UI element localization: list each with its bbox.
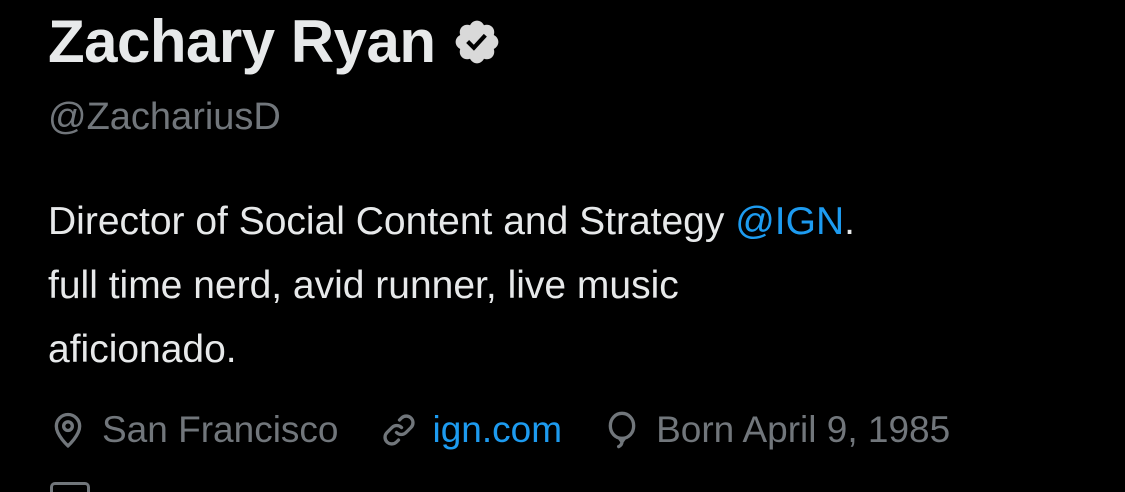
profile-bio: Director of Social Content and Strategy … (48, 190, 1088, 382)
bio-text: . (844, 200, 855, 243)
bio-line-3: aficionado. (48, 328, 237, 371)
bio-line-1: Director of Social Content and Strategy … (48, 190, 1088, 254)
bio-text: Director of Social Content and Strategy (48, 200, 736, 243)
birthday-text: Born April 9, 1985 (656, 409, 951, 450)
location-text: San Francisco (102, 409, 339, 450)
link-icon (382, 414, 415, 446)
profile-meta: San Francisco ign.com Born April 9, 1985 (48, 400, 990, 460)
display-name: Zachary Ryan (48, 8, 436, 75)
calendar-icon (50, 482, 90, 492)
birthday-item: Born April 9, 1985 (602, 409, 950, 451)
name-row: Zachary Ryan (48, 6, 502, 78)
username-handle: @ZachariusD (48, 96, 281, 138)
balloon-icon (608, 411, 636, 449)
verified-badge-icon[interactable] (452, 17, 502, 67)
bio-line-2: full time nerd, avid runner, live music (48, 264, 679, 307)
website-item[interactable]: ign.com (379, 409, 563, 451)
website-link[interactable]: ign.com (433, 409, 563, 451)
location-item: San Francisco (48, 409, 339, 451)
bio-mention-link[interactable]: @IGN (735, 200, 844, 243)
location-pin-icon (54, 412, 82, 449)
